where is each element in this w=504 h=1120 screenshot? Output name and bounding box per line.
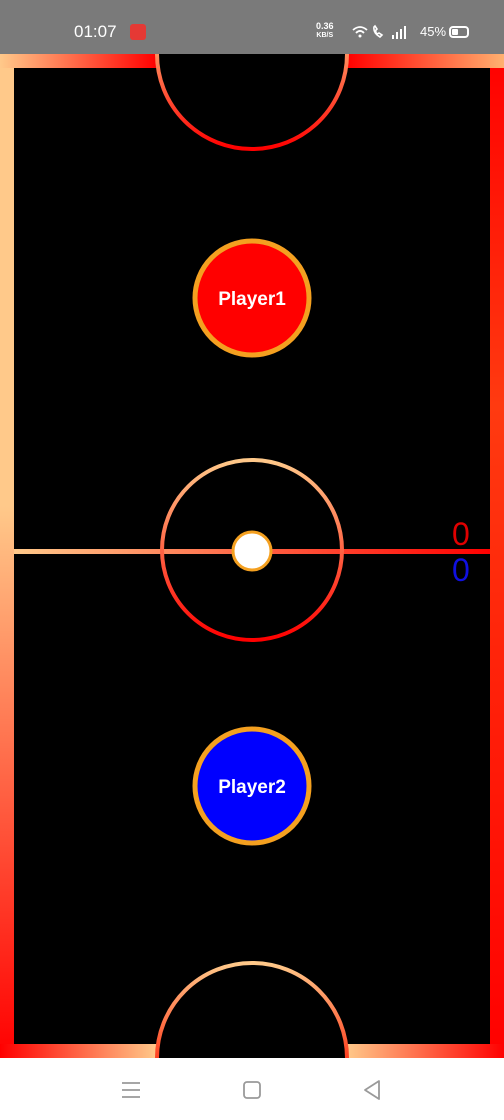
status-icons [352,24,406,39]
player1-score: 0 [452,516,470,552]
network-speed-value: 0.36 [316,21,334,31]
left-wall [0,54,14,1058]
menu-icon[interactable] [113,1072,149,1108]
battery-percent: 45% [420,24,447,39]
signal-icon [392,26,406,39]
navigation-bar [0,1058,504,1120]
bottom-wall-right [347,1044,504,1058]
player2-score: 0 [452,552,470,588]
call-icon [373,24,384,38]
right-wall [490,54,504,1058]
back-icon[interactable] [354,1072,390,1108]
wifi-icon [352,26,368,38]
player1-mallet[interactable]: Player1 [192,238,312,358]
status-bar: 01:07 0.36 KB/S 45% [0,0,504,54]
network-speed: 0.36 KB/S [316,22,334,40]
home-icon[interactable] [234,1072,270,1108]
network-speed-unit: KB/S [316,32,334,39]
air-hockey-rink[interactable]: Player1 Player2 [0,54,504,1058]
top-wall-left [0,54,157,68]
notification-app-icon [130,24,146,40]
player1-label: Player1 [218,289,286,310]
puck[interactable] [231,530,273,572]
top-wall-right [347,54,504,68]
bottom-wall-left [0,1044,157,1058]
player2-label: Player2 [218,777,286,798]
battery-icon [449,26,469,38]
clock: 01:07 [74,22,117,41]
player2-mallet[interactable]: Player2 [192,726,312,846]
